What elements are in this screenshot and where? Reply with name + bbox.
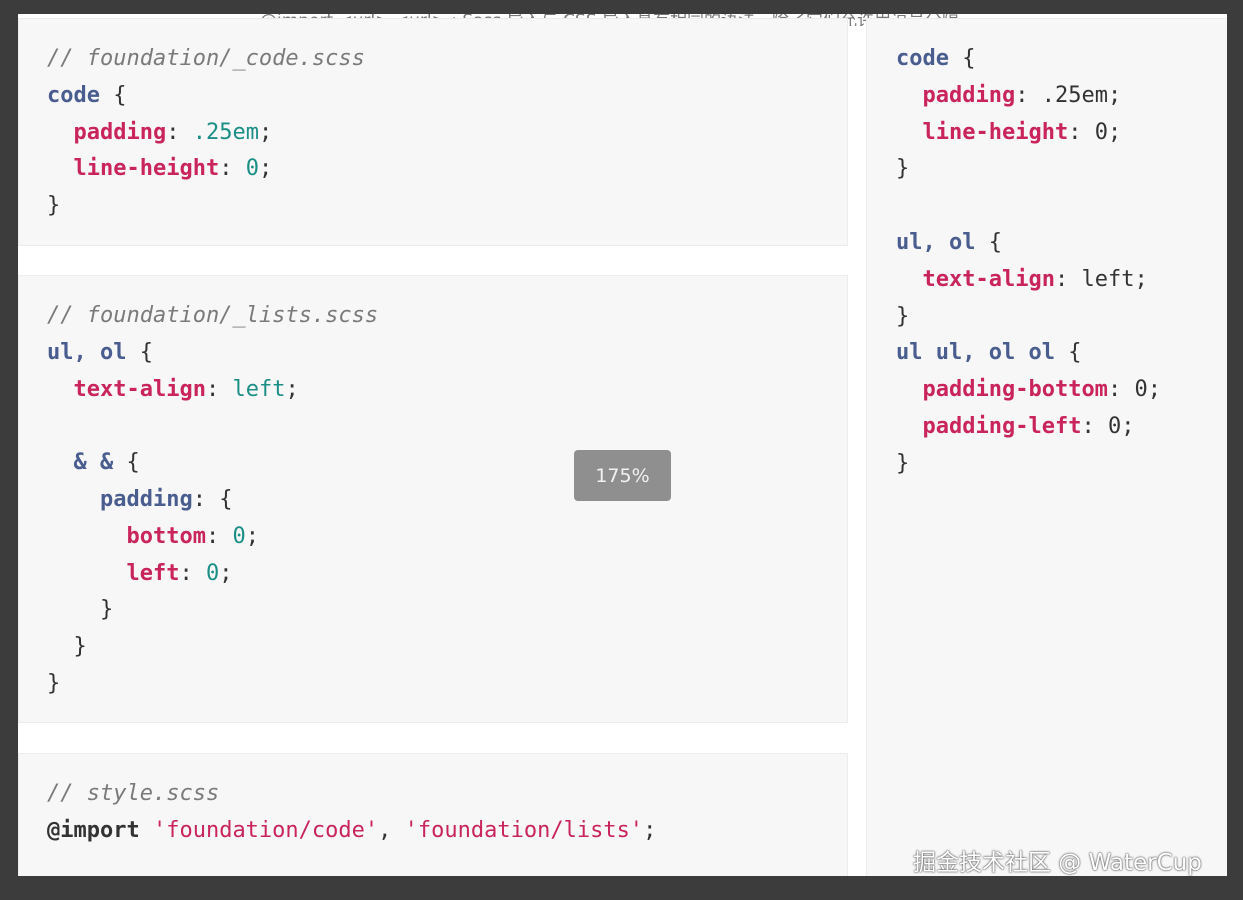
code-listing: // style.scss @import 'foundation/code',…: [47, 781, 657, 843]
code-selector: ul ul, ol ol: [896, 340, 1055, 366]
watermark: 掘金技术社区 @ WaterCup: [913, 850, 1202, 876]
code-block-lists-partial: // foundation/_lists.scss ul, ol { text-…: [18, 275, 848, 723]
code-property: text-align: [73, 376, 206, 402]
code-property: padding: [73, 119, 167, 145]
code-value: 0: [1107, 413, 1122, 439]
code-property: padding-left: [922, 413, 1082, 439]
code-selector: padding: [99, 486, 193, 512]
zoom-level-badge: 175%: [574, 450, 671, 501]
code-property: text-align: [922, 266, 1055, 292]
code-comment: // foundation/_lists.scss: [47, 303, 379, 328]
code-selector: ul, ol: [896, 229, 976, 255]
code-block-css-output: code { padding: .25em; line-height: 0; }…: [866, 18, 1227, 876]
code-listing: code { padding: .25em; line-height: 0; }…: [896, 46, 1161, 476]
code-property: line-height: [922, 119, 1069, 145]
code-listing: // foundation/_lists.scss ul, ol { text-…: [47, 303, 379, 696]
code-value: left: [232, 376, 286, 402]
code-property: bottom: [126, 523, 206, 549]
code-property: padding-bottom: [922, 377, 1108, 403]
code-selector: ul, ol: [47, 339, 127, 365]
code-property: left: [126, 560, 180, 586]
code-comment: // style.scss: [47, 781, 220, 806]
code-block-style-main: // style.scss @import 'foundation/code',…: [18, 753, 848, 876]
code-value: left: [1081, 266, 1135, 292]
code-comment: // foundation/_code.scss: [47, 46, 365, 71]
code-value: 0: [1134, 377, 1148, 403]
code-property: line-height: [73, 156, 220, 182]
article-page: @import <url> <url> ; Sass 导入与 CSS 导入具有相…: [18, 14, 1227, 876]
code-selector: code: [47, 82, 100, 108]
code-value: .25em: [1041, 82, 1108, 108]
code-string: 'foundation/code': [152, 817, 379, 843]
code-block-code-partial: // foundation/_code.scss code { padding:…: [18, 18, 848, 246]
code-property: padding: [922, 82, 1016, 108]
code-string: 'foundation/lists': [404, 817, 644, 843]
code-selector: & &: [73, 450, 114, 476]
code-directive: @import: [47, 817, 140, 843]
code-listing: // foundation/_code.scss code { padding:…: [47, 46, 365, 219]
code-value: 0: [245, 156, 259, 182]
code-value: 0: [205, 560, 220, 586]
code-value: .25em: [192, 119, 259, 145]
code-selector: code: [896, 46, 949, 71]
code-value: 0: [232, 523, 246, 549]
code-value: 0: [1094, 119, 1108, 145]
